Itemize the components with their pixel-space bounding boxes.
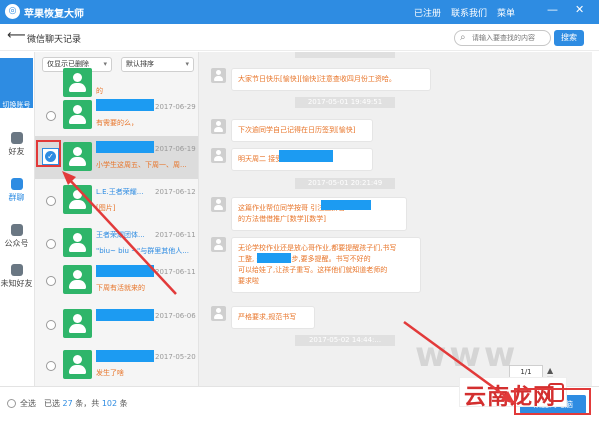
- annotation-arrows: [62, 171, 515, 404]
- arrow-line: [67, 177, 177, 295]
- arrow-line: [403, 320, 509, 400]
